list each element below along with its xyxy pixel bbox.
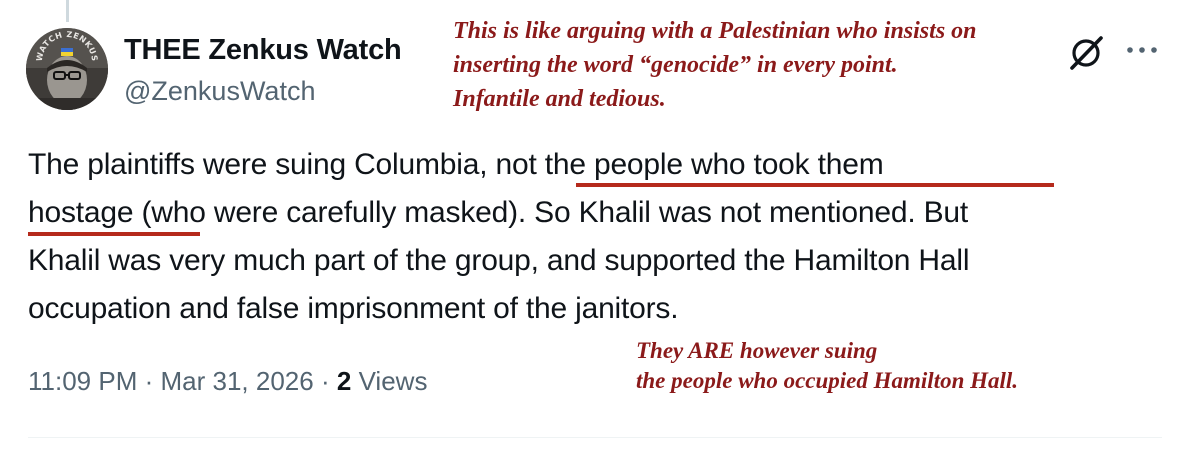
avatar-image: WATCH ZENKUS — [26, 28, 108, 110]
views-label: Views — [358, 366, 428, 396]
thread-connector-line — [66, 0, 69, 22]
views-count: 2 — [336, 366, 352, 396]
annotation-bottom-line: They ARE however suing — [636, 338, 878, 363]
tweet-time[interactable]: 11:09 PM — [28, 366, 137, 396]
flag-icon — [61, 48, 73, 52]
tweet-text-line: occupation and false imprisonment of the… — [28, 292, 679, 325]
meta-separator: · — [320, 366, 330, 396]
grok-icon[interactable] — [1066, 32, 1106, 72]
tweet-date[interactable]: Mar 31, 2026 — [161, 366, 314, 396]
divider — [28, 437, 1162, 438]
avatar[interactable]: WATCH ZENKUS — [26, 28, 108, 110]
more-icon[interactable] — [1124, 40, 1160, 60]
tweet-text-line: hostage (who were carefully masked). So … — [28, 196, 969, 229]
tweet-meta: 11:09 PM · Mar 31, 2026 · 2 Views — [28, 366, 427, 397]
annotation-top: This is like arguing with a Palestinian … — [453, 14, 977, 116]
annotation-top-line: Infantile and tedious. — [453, 86, 666, 112]
annotation-top-line: inserting the word “genocide” in every p… — [453, 52, 898, 78]
highlight-underline — [576, 183, 1054, 187]
tweet-text-line: The plaintiffs were suing Columbia, not … — [28, 148, 884, 181]
annotation-bottom-line: the people who occupied Hamilton Hall. — [636, 368, 1019, 393]
handle[interactable]: @ZenkusWatch — [124, 76, 315, 107]
annotation-top-line: This is like arguing with a Palestinian … — [453, 18, 977, 44]
display-name[interactable]: THEE Zenkus Watch — [124, 34, 402, 67]
tweet-text-line: Khalil was very much part of the group, … — [28, 244, 970, 277]
meta-separator: · — [144, 366, 154, 396]
highlight-underline — [28, 232, 200, 236]
annotation-bottom: They ARE however suing the people who oc… — [636, 336, 1018, 396]
tweet-text: The plaintiffs were suing Columbia, not … — [28, 141, 1168, 333]
